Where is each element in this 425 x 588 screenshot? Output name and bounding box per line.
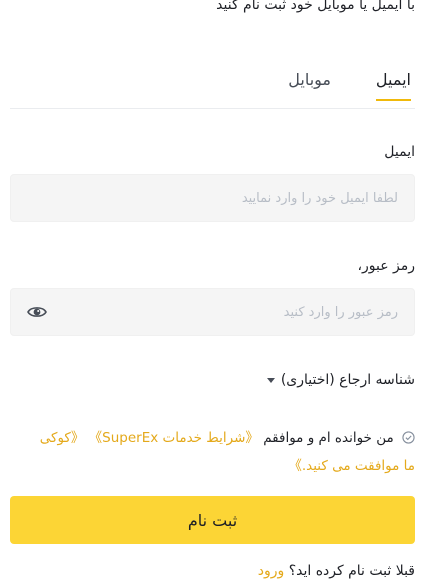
terms-prefix: من خوانده ام و موافقم xyxy=(263,430,394,446)
password-label: رمز عبور، xyxy=(357,258,415,274)
email-field-container xyxy=(10,174,415,222)
email-input[interactable] xyxy=(55,175,400,221)
referral-label: شناسه ارجاع (اختیاری) xyxy=(280,372,415,388)
cookie-policy-link[interactable]: 《کوکی xyxy=(40,430,85,446)
tab-email[interactable]: ایمیل xyxy=(375,70,412,101)
login-prompt-line: قبلا ثبت نام کرده اید؟ ورود xyxy=(258,563,415,579)
terms-of-service-link[interactable]: 《شرایط خدمات SuperEx》 xyxy=(89,430,259,446)
circle-check-icon[interactable] xyxy=(402,431,415,444)
register-button[interactable]: ثبت نام xyxy=(10,496,415,544)
password-field-container xyxy=(10,288,415,336)
caret-down-icon xyxy=(266,377,275,383)
eye-icon[interactable] xyxy=(27,304,47,320)
terms-suffix: ما موافقت می کنید.》 xyxy=(288,458,415,474)
password-input[interactable] xyxy=(55,289,400,335)
login-link[interactable]: ورود xyxy=(258,563,285,579)
login-prompt: قبلا ثبت نام کرده اید؟ xyxy=(288,563,415,579)
page-subtitle: با ایمیل یا موبایل خود ثبت نام کنید xyxy=(216,0,415,13)
terms-agreement: من خوانده ام و موافقم 《شرایط خدمات Super… xyxy=(10,424,415,480)
tab-mobile[interactable]: موبایل xyxy=(288,70,331,99)
signup-method-tabs: ایمیل موبایل xyxy=(10,62,415,109)
referral-toggle[interactable]: شناسه ارجاع (اختیاری) xyxy=(266,372,415,388)
email-label: ایمیل xyxy=(384,144,415,160)
